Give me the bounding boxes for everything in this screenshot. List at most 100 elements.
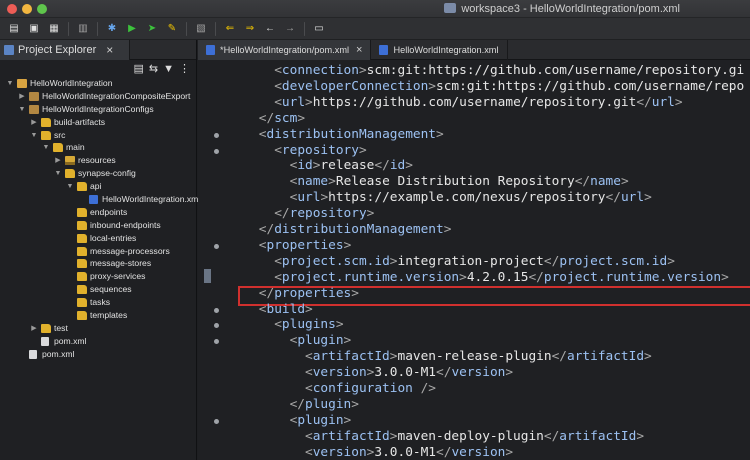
tree-item[interactable]: proxy-services [0, 270, 196, 283]
chevron-down-icon[interactable]: ▼ [66, 180, 74, 193]
chevron-right-icon[interactable]: ▶ [30, 116, 38, 129]
tree-item[interactable]: ▶ test [0, 322, 196, 335]
toolbar-separator [215, 21, 216, 36]
title-bar: workspace3 - HelloWorldIntegration/pom.x… [0, 0, 750, 18]
edit-icon[interactable]: ✎ [164, 22, 180, 36]
xml-tag: project.scm.id [559, 253, 668, 269]
previous-annotation-icon[interactable]: ⇒ [242, 22, 258, 36]
tree-item[interactable]: ▼ HelloWorldIntegrationConfigs [0, 103, 196, 116]
filter-icon[interactable]: ▼ [163, 63, 174, 75]
tree-item[interactable]: endpoints [0, 206, 196, 219]
back-icon[interactable]: ← [262, 22, 278, 36]
bracket: > [620, 174, 629, 190]
file-icon [89, 195, 98, 205]
tree-item-label: tasks [90, 297, 111, 308]
bracket: </ [274, 206, 290, 222]
xml-tag: repository [289, 206, 367, 222]
xml-tag: artifactId [312, 349, 390, 365]
bracket: < [274, 63, 282, 78]
debug-icon[interactable]: ✱ [104, 22, 120, 36]
bracket: < [274, 253, 282, 269]
close-icon[interactable]: × [356, 44, 362, 56]
new-icon[interactable]: ▤ [6, 22, 22, 36]
toolbar-separator [68, 21, 69, 36]
bracket: > [320, 190, 329, 206]
tree-item[interactable]: HelloWorldIntegration.xml [0, 193, 200, 206]
code-line: <repository> [274, 143, 366, 159]
code-area[interactable]: <connection>scm:git:https://github.com/u… [238, 60, 750, 460]
build-icon[interactable]: ▧ [193, 22, 209, 36]
tree-item[interactable]: inbound-endpoints [0, 219, 196, 232]
tab-pom-xml-label: *HelloWorldIntegration/pom.xml [220, 45, 350, 55]
bracket: < [305, 381, 313, 396]
fold-marker-icon[interactable] [214, 339, 219, 345]
tree-item[interactable]: ▶ resources [0, 154, 196, 167]
bracket: < [258, 126, 267, 142]
external-tools-icon[interactable]: ➤ [144, 22, 160, 36]
bracket: < [258, 237, 267, 253]
fold-marker-icon[interactable] [214, 418, 219, 424]
fold-marker-icon[interactable] [214, 307, 219, 313]
tree-item[interactable]: tasks [0, 296, 196, 309]
bracket: > [674, 94, 683, 110]
tree-item[interactable]: templates [0, 309, 196, 322]
collapse-all-icon[interactable]: ▤ [133, 62, 143, 75]
properties-icon[interactable]: ▥ [75, 22, 91, 36]
tree-item[interactable]: message-stores [0, 257, 196, 270]
next-annotation-icon[interactable]: ⇐ [222, 22, 238, 36]
tree-item[interactable]: ▼ src [0, 129, 196, 142]
tree-item[interactable]: ▼ HelloWorldIntegration [0, 77, 196, 90]
close-icon[interactable]: × [106, 43, 113, 57]
tree-item[interactable]: sequences [0, 283, 196, 296]
tree-item[interactable]: local-entries [0, 232, 196, 245]
fold-marker-icon[interactable] [214, 148, 219, 154]
folder-icon [77, 182, 87, 192]
fold-marker-icon[interactable] [214, 132, 219, 138]
tree-item-label: src [54, 129, 66, 140]
xml-tag: url [281, 94, 306, 110]
bracket: < [305, 428, 313, 444]
fold-marker-icon[interactable] [214, 243, 219, 249]
link-with-editor-icon[interactable]: ⇆ [149, 62, 158, 75]
bracket: > [428, 78, 437, 94]
tree-item[interactable]: ▼ main [0, 141, 196, 154]
project-tree: ▼ HelloWorldIntegration ▶ HelloWorldIntegra… [0, 77, 200, 361]
tree-item-label: main [66, 142, 85, 153]
tree-item[interactable]: pom.xml [0, 348, 196, 361]
fold-marker-icon[interactable] [214, 323, 219, 329]
tree-item[interactable]: ▶ HelloWorldIntegrationCompositeExport [0, 90, 196, 103]
bracket: </ [551, 349, 567, 365]
chevron-right-icon[interactable]: ▶ [18, 90, 26, 103]
xml-tag: plugins [281, 317, 336, 333]
xml-tag: version [312, 365, 367, 381]
chevron-down-icon[interactable]: ▼ [6, 77, 14, 90]
tree-item[interactable]: message-processors [0, 245, 196, 258]
tree-item[interactable]: pom.xml [0, 335, 196, 348]
tab-helloworld-xml[interactable]: HelloWorldIntegration.xml [371, 40, 508, 60]
xml-tag: properties [266, 237, 344, 253]
main-toolbar: ▤ ▣ ▦ ▥ ✱ ▶ ➤ ✎ ▧ ⇐ ⇒ ← → ▭ [0, 18, 750, 40]
save-icon[interactable]: ▣ [26, 22, 42, 36]
chevron-down-icon[interactable]: ▼ [30, 129, 38, 142]
tree-item[interactable]: ▶ build-artifacts [0, 116, 196, 129]
chevron-down-icon[interactable]: ▼ [18, 103, 26, 116]
chevron-right-icon[interactable]: ▶ [54, 154, 62, 167]
editor-area: *HelloWorldIntegration/pom.xml × HelloWo… [198, 40, 750, 460]
xml-tag: artifactId [567, 349, 645, 365]
tree-item[interactable]: ▼ api [0, 180, 196, 193]
xml-tag: version [312, 444, 367, 460]
run-icon[interactable]: ▶ [124, 22, 140, 36]
bracket: </ [258, 285, 275, 301]
chevron-right-icon[interactable]: ▶ [30, 322, 38, 335]
chevron-down-icon[interactable]: ▼ [54, 167, 62, 180]
xml-tag: connection [281, 63, 359, 78]
tab-project-explorer[interactable]: Project Explorer × [0, 40, 130, 60]
view-menu-icon[interactable]: ⋮ [179, 62, 190, 75]
tab-pom-xml[interactable]: *HelloWorldIntegration/pom.xml × [198, 40, 372, 60]
chevron-down-icon[interactable]: ▼ [42, 141, 50, 154]
forward-icon[interactable]: → [282, 22, 298, 36]
console-icon[interactable]: ▭ [311, 22, 327, 36]
folder-icon [77, 220, 87, 230]
tree-item[interactable]: ▼ synapse-config [0, 167, 196, 180]
save-all-icon[interactable]: ▦ [46, 22, 62, 36]
